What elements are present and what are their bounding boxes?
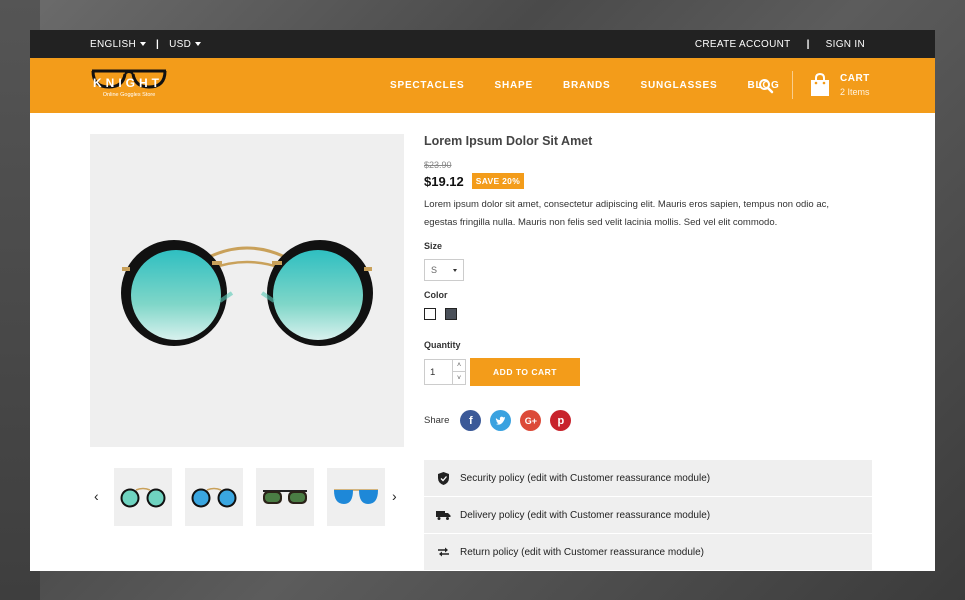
- discount-badge: SAVE 20%: [471, 173, 525, 189]
- size-label: Size: [424, 241, 443, 251]
- create-account-link[interactable]: CREATE ACCOUNT: [695, 39, 791, 50]
- policy-delivery: Delivery policy (edit with Customer reas…: [424, 497, 872, 534]
- twitter-icon[interactable]: [490, 410, 512, 431]
- chevron-right-icon[interactable]: ›: [392, 488, 397, 504]
- decrement-icon[interactable]: ˅: [452, 372, 465, 384]
- price-row: $19.12 SAVE 20%: [424, 173, 874, 189]
- google-plus-icon[interactable]: G+: [520, 410, 542, 431]
- thumbnail-carousel: ‹ ›: [90, 468, 404, 526]
- thumbnail-3[interactable]: [256, 468, 314, 526]
- thumbnail-2[interactable]: [185, 468, 243, 526]
- thumbnail-sunglasses-image: [120, 487, 166, 508]
- product-main-image[interactable]: [90, 134, 404, 447]
- chevron-down-icon: [195, 41, 202, 46]
- color-swatch-white[interactable]: [424, 308, 436, 320]
- quantity-row: 1 ˄ ˅ ADD TO CART: [424, 358, 874, 386]
- thumbnail-sunglasses-image: [191, 487, 237, 508]
- color-swatch-gray[interactable]: [445, 308, 457, 320]
- currency-selector[interactable]: USD: [169, 38, 202, 50]
- sign-in-link[interactable]: SIGN IN: [826, 39, 865, 50]
- reassurance-block: Security policy (edit with Customer reas…: [424, 460, 872, 571]
- language-label: ENGLISH: [90, 38, 137, 50]
- cart-label: CART: [840, 73, 870, 84]
- nav-spectacles[interactable]: SPECTACLES: [390, 80, 465, 91]
- add-to-cart-button[interactable]: ADD TO CART: [470, 358, 580, 386]
- language-selector[interactable]: ENGLISH: [90, 38, 147, 50]
- pinterest-icon[interactable]: p: [550, 410, 572, 431]
- old-price: $23.90: [424, 160, 452, 170]
- logo-text: KNIGHT: [93, 75, 163, 90]
- product-title: Lorem Ipsum Dolor Sit Amet: [424, 134, 593, 148]
- policy-return-text: Return policy (edit with Customer reassu…: [460, 546, 704, 558]
- cart-count: 2 Items: [840, 87, 870, 97]
- current-price: $19.12: [424, 173, 464, 189]
- quantity-value: 1: [430, 366, 436, 378]
- thumbnail-1[interactable]: [114, 468, 172, 526]
- logo[interactable]: KNIGHT Online Goggles Store: [90, 66, 170, 106]
- logo-tagline: Online Goggles Store: [102, 91, 156, 98]
- separator: |: [806, 38, 810, 50]
- thumbnail-sunglasses-image: [263, 490, 307, 504]
- main-nav: SPECTACLES SHAPE BRANDS SUNGLASSES BLOG: [390, 80, 780, 91]
- cart-summary[interactable]: CART 2 Items: [840, 73, 870, 97]
- sunglasses-image: [121, 239, 373, 346]
- header-divider: [792, 71, 793, 99]
- thumbnail-4[interactable]: [327, 468, 385, 526]
- currency-label: USD: [169, 38, 192, 50]
- size-select[interactable]: S: [424, 259, 464, 281]
- size-value: S: [431, 265, 438, 275]
- thumbnail-sunglasses-image: [334, 489, 378, 504]
- product-details: Lorem Ipsum Dolor Sit Amet $23.90 $19.12…: [424, 134, 874, 431]
- facebook-icon[interactable]: f: [460, 410, 482, 431]
- search-icon[interactable]: [758, 78, 774, 94]
- color-swatches: [424, 308, 874, 320]
- nav-sunglasses[interactable]: SUNGLASSES: [641, 80, 718, 91]
- truck-icon: [435, 510, 451, 520]
- policy-security-text: Security policy (edit with Customer reas…: [460, 472, 711, 484]
- nav-shape[interactable]: SHAPE: [495, 80, 533, 91]
- quantity-label: Quantity: [424, 340, 461, 350]
- main-header: KNIGHT Online Goggles Store SPECTACLES S…: [30, 58, 935, 113]
- chevron-down-icon: [140, 41, 147, 46]
- separator: |: [156, 38, 160, 50]
- page-frame: ENGLISH | USD CREATE ACCOUNT | SIGN IN K…: [30, 30, 935, 571]
- chevron-down-icon: [453, 268, 457, 272]
- top-bar: ENGLISH | USD CREATE ACCOUNT | SIGN IN: [30, 30, 935, 58]
- policy-return: Return policy (edit with Customer reassu…: [424, 534, 872, 571]
- shield-icon: [435, 471, 451, 485]
- shopping-bag-icon[interactable]: [810, 73, 830, 97]
- nav-brands[interactable]: BRANDS: [563, 80, 611, 91]
- policy-delivery-text: Delivery policy (edit with Customer reas…: [460, 509, 711, 521]
- quantity-stepper[interactable]: 1 ˄ ˅: [424, 359, 466, 385]
- policy-security: Security policy (edit with Customer reas…: [424, 460, 872, 497]
- increment-icon[interactable]: ˄: [452, 360, 465, 372]
- share-label: Share: [424, 415, 450, 426]
- product-description: Lorem ipsum dolor sit amet, consectetur …: [424, 199, 830, 228]
- color-label: Color: [424, 290, 448, 300]
- exchange-icon: [435, 547, 451, 557]
- share-row: Share f G+ p: [424, 410, 874, 431]
- chevron-left-icon[interactable]: ‹: [94, 488, 99, 504]
